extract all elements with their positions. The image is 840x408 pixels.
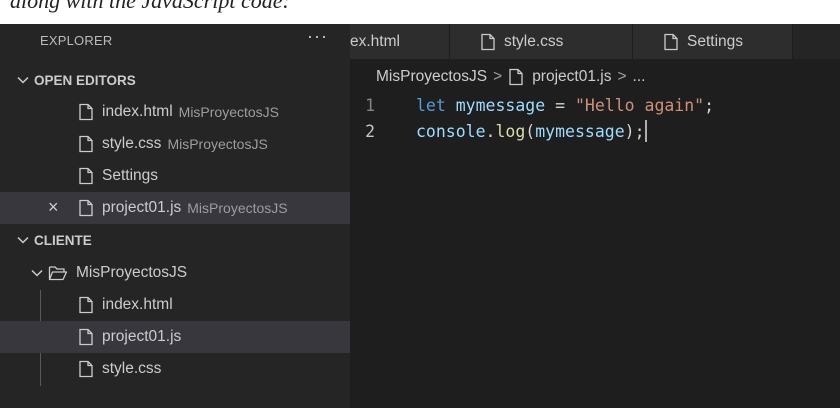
file-icon (78, 328, 94, 346)
open-editor-path: MisProyectosJS (178, 104, 280, 120)
file-icon (78, 199, 94, 217)
text-cursor (644, 120, 647, 142)
breadcrumb-separator: > (493, 68, 503, 85)
code-token-string: "Hello again" (574, 95, 705, 115)
line-number: 2 (365, 121, 375, 141)
code-token-variable: mymessage (535, 121, 625, 141)
open-editor-path: MisProyectosJS (167, 136, 268, 152)
open-editor-item-index-html[interactable]: index.html MisProyectosJS (0, 96, 350, 128)
explorer-title: EXPLORER (40, 32, 113, 48)
file-icon (78, 135, 94, 153)
chevron-down-icon (30, 266, 44, 280)
open-editor-item-project01-js[interactable]: × project01.js MisProyectosJS (0, 192, 350, 224)
breadcrumb-symbol[interactable]: ... (633, 68, 646, 86)
open-editor-name: index.html (102, 103, 173, 120)
editor-area: ex.html style.css Settings MisProyectosJ… (350, 24, 840, 408)
breadcrumb-file[interactable]: project01.js (532, 68, 611, 86)
tab-label: style.css (504, 32, 564, 50)
folder-misproyectosjs[interactable]: MisProyectosJS (0, 257, 350, 289)
file-icon (78, 167, 94, 185)
open-editors-section-header[interactable]: OPEN EDITORS (0, 64, 350, 96)
file-icon (508, 68, 524, 86)
code-token-punctuation: ; (704, 95, 715, 115)
tree-file-name: project01.js (102, 328, 182, 345)
breadcrumb: MisProyectosJS > project01.js > ... (350, 62, 840, 92)
tab-settings[interactable]: Settings (633, 24, 793, 59)
file-icon (78, 360, 94, 378)
line-number: 1 (365, 95, 375, 115)
code-token-function: log (495, 121, 526, 141)
tree-file-style-css[interactable]: style.css (0, 353, 350, 385)
tree-file-index-html[interactable]: index.html (0, 289, 350, 321)
breadcrumb-folder[interactable]: MisProyectosJS (376, 68, 487, 86)
editor-tabs: ex.html style.css Settings (350, 24, 840, 59)
file-icon (663, 33, 679, 51)
file-icon (480, 33, 496, 51)
workspace-section-header[interactable]: CLIENTE (0, 224, 350, 256)
code-token-keyword: let (416, 95, 446, 115)
breadcrumb-separator: > (617, 68, 627, 85)
chevron-down-icon (16, 73, 30, 87)
explorer-sidebar: EXPLORER ··· OPEN EDITORS index.html Mis… (0, 24, 350, 408)
more-actions-button[interactable]: ··· (307, 26, 328, 47)
explorer-header: EXPLORER ··· (0, 24, 350, 56)
tree-file-name: index.html (102, 296, 173, 313)
code-token-punctuation: . (485, 121, 496, 141)
file-icon (78, 296, 94, 314)
code-line[interactable]: 1 let mymessage = "Hello again"; (350, 92, 840, 118)
document-caption: along with the JavaScript code: (0, 0, 840, 24)
code-line-active[interactable]: 2 console. log(mymessage); (350, 118, 840, 144)
open-editors-label: OPEN EDITORS (34, 72, 136, 88)
open-editor-item-settings[interactable]: Settings (0, 160, 350, 192)
code-token-variable: mymessage (455, 95, 546, 115)
tree-file-name: style.css (102, 360, 162, 377)
open-editor-name: Settings (102, 167, 159, 184)
code-token-punctuation: ( (525, 121, 536, 141)
open-editor-name: style.css (102, 135, 162, 152)
open-editor-name: project01.js (102, 199, 182, 216)
tree-file-project01-js[interactable]: project01.js (0, 321, 350, 353)
code-token-punctuation: ); (624, 121, 645, 141)
workspace-label: CLIENTE (34, 232, 92, 248)
code-token-operator: = (545, 95, 575, 115)
caption-text: along with the JavaScript code: (10, 0, 290, 13)
close-editor-icon[interactable]: × (48, 197, 59, 218)
file-icon (78, 103, 94, 121)
tab-label: Settings (687, 32, 744, 50)
tab-style-css[interactable]: style.css (450, 24, 633, 59)
folder-name: MisProyectosJS (76, 264, 188, 281)
open-folder-icon (48, 264, 68, 282)
tab-index-html[interactable]: ex.html (350, 24, 450, 59)
code-token-object: console (416, 121, 486, 141)
chevron-down-icon (16, 233, 30, 247)
open-editor-item-style-css[interactable]: style.css MisProyectosJS (0, 128, 350, 160)
tab-label: ex.html (350, 32, 400, 50)
open-editor-path: MisProyectosJS (187, 200, 288, 216)
